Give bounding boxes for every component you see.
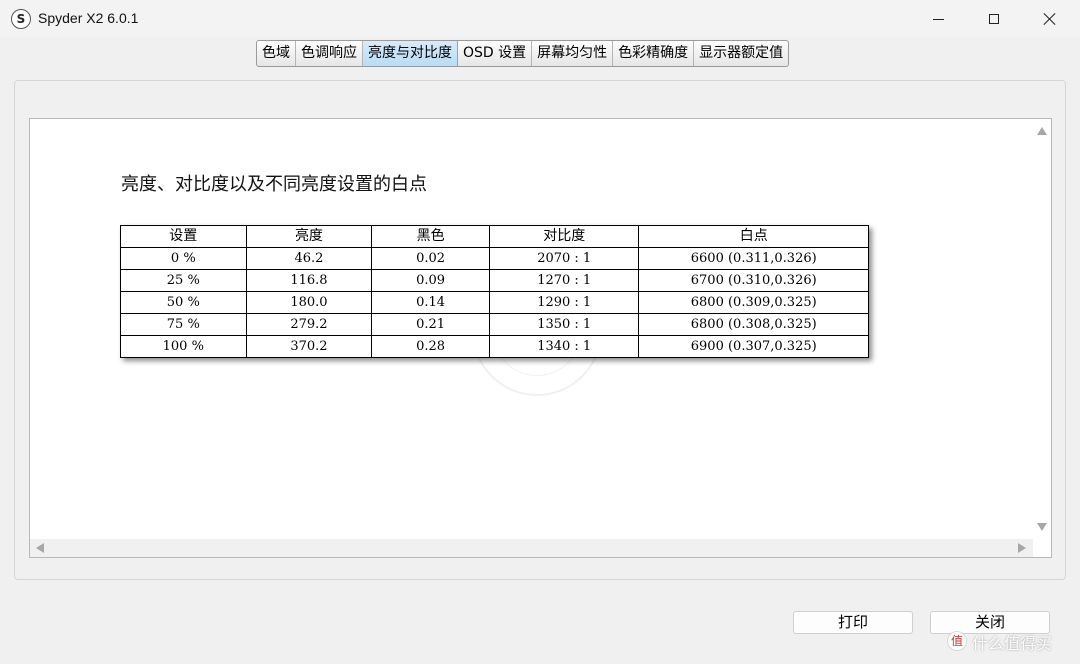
print-button[interactable]: 打印 [793,611,913,634]
cell-white-point: 6800 (0.309,0.325) [638,291,869,314]
tab-gamut[interactable]: 色域 [257,41,296,66]
column-header-setting: 设置 [120,225,247,248]
minimize-button[interactable] [910,0,966,38]
column-header-contrast: 对比度 [488,225,640,248]
cell-luminance: 180.0 [245,291,373,314]
report-title: 亮度、对比度以及不同亮度设置的白点 [121,174,427,195]
app-icon: S [11,9,31,29]
table-row: 50 % 180.0 0.14 1290 : 1 6800 (0.309,0.3… [120,291,869,314]
column-header-luminance: 亮度 [245,225,373,248]
column-header-white-point: 白点 [638,225,869,248]
table-row: 100 % 370.2 0.28 1340 : 1 6900 (0.307,0.… [120,335,869,358]
cell-setting: 25 % [120,269,247,292]
tab-uniformity[interactable]: 屏幕均匀性 [532,41,614,66]
cell-black: 0.21 [371,313,490,336]
cell-setting: 0 % [120,247,247,270]
tab-color-accuracy[interactable]: 色彩精确度 [613,41,695,66]
title-bar: S Spyder X2 6.0.1 [0,0,1080,38]
scrollbar-corner [1033,539,1051,557]
maximize-icon [989,14,999,24]
table-row: 75 % 279.2 0.21 1350 : 1 6800 (0.308,0.3… [120,313,869,336]
cell-black: 0.14 [371,291,490,314]
close-icon [1043,12,1057,26]
cell-white-point: 6600 (0.311,0.326) [638,247,869,270]
tab-monitor-rating[interactable]: 显示器额定值 [694,41,788,66]
cell-white-point: 6700 (0.310,0.326) [638,269,869,292]
table-row: 0 % 46.2 0.02 2070 : 1 6600 (0.311,0.326… [120,247,869,270]
cell-black: 0.02 [371,247,490,270]
scroll-down-arrow-icon[interactable] [1037,523,1047,531]
cell-white-point: 6800 (0.308,0.325) [638,313,869,336]
cell-contrast: 2070 : 1 [488,247,640,270]
cell-black: 0.09 [371,269,490,292]
report-tabs: 色域 色调响应 亮度与对比度 OSD 设置 屏幕均匀性 色彩精确度 显示器额定值 [256,40,790,67]
table-row: 25 % 116.8 0.09 1270 : 1 6700 (0.310,0.3… [120,269,869,292]
brightness-contrast-table: 设置 亮度 黑色 对比度 白点 0 % 46.2 0.02 2070 : 1 6… [120,225,869,358]
cell-luminance: 279.2 [245,313,373,336]
cell-luminance: 370.2 [245,335,373,358]
cell-contrast: 1350 : 1 [488,313,640,336]
scroll-left-arrow-icon[interactable] [36,543,44,553]
minimize-icon [932,18,944,20]
cell-contrast: 1290 : 1 [488,291,640,314]
horizontal-scrollbar[interactable] [30,539,1033,557]
scroll-right-arrow-icon[interactable] [1018,543,1026,553]
scroll-up-arrow-icon[interactable] [1037,127,1047,135]
cell-white-point: 6900 (0.307,0.325) [638,335,869,358]
tab-tone-response[interactable]: 色调响应 [296,41,363,66]
cell-contrast: 1340 : 1 [488,335,640,358]
vertical-scrollbar[interactable] [1033,119,1051,539]
tab-brightness-contrast[interactable]: 亮度与对比度 [363,41,458,66]
close-window-button[interactable] [1022,0,1078,38]
cell-luminance: 46.2 [245,247,373,270]
cell-setting: 50 % [120,291,247,314]
site-watermark-text: 什么值得买 [972,634,1053,653]
cell-setting: 100 % [120,335,247,358]
window-title: Spyder X2 6.0.1 [38,10,139,26]
maximize-button[interactable] [966,0,1022,38]
column-header-black: 黑色 [371,225,490,248]
table-header-row: 设置 亮度 黑色 对比度 白点 [120,225,869,248]
cell-black: 0.28 [371,335,490,358]
cell-contrast: 1270 : 1 [488,269,640,292]
site-watermark-logo: 值 [947,631,967,651]
cell-luminance: 116.8 [245,269,373,292]
tab-osd-settings[interactable]: OSD 设置 [458,41,533,66]
cell-setting: 75 % [120,313,247,336]
